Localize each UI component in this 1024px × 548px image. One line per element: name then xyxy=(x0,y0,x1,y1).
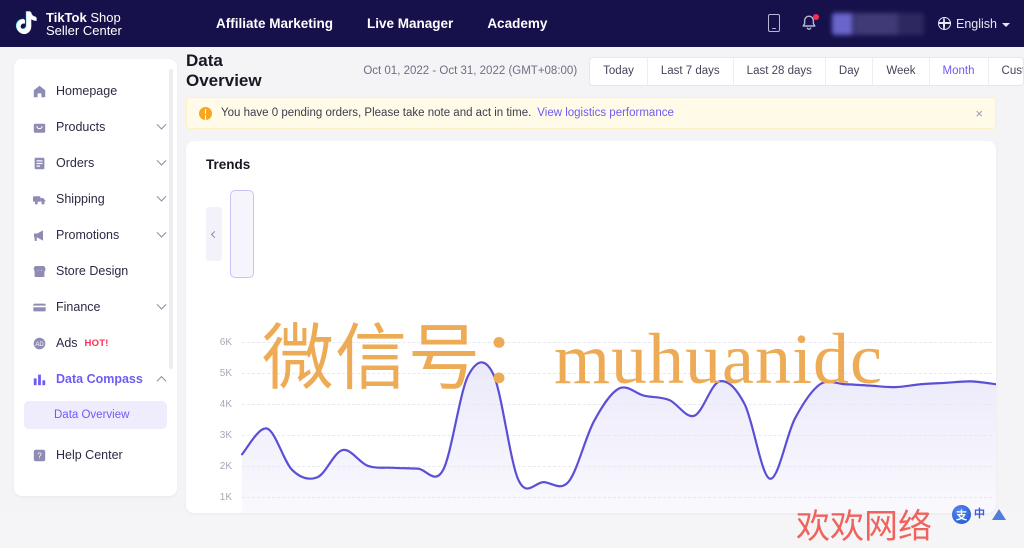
bar-chart-icon xyxy=(32,372,47,387)
y-tick-label: 1K xyxy=(219,492,232,503)
y-tick-label: 4K xyxy=(219,399,232,410)
page-title: Data Overview xyxy=(186,51,262,90)
sidebar-item-data-compass[interactable]: Data Compass xyxy=(14,361,177,397)
nav-item-live-manager[interactable]: Live Manager xyxy=(367,16,453,31)
svg-text:AD: AD xyxy=(35,342,44,348)
range-button-last-28-days[interactable]: Last 28 days xyxy=(734,57,826,85)
date-range-segmented-control: Today Last 7 days Last 28 days Day Week … xyxy=(589,56,1024,86)
box-icon xyxy=(32,120,47,135)
sidebar-item-label: Orders xyxy=(56,156,95,170)
bell-icon[interactable] xyxy=(800,13,819,34)
sidebar-item-label: Store Design xyxy=(56,264,129,278)
primary-nav: Affiliate Marketing Live Manager Academy xyxy=(216,16,547,31)
page-body: Homepage Products Orders Shipping Promot… xyxy=(0,47,1024,546)
sidebar-item-finance[interactable]: Finance xyxy=(14,289,177,325)
metric-carousel xyxy=(206,189,254,279)
range-button-last-7-days[interactable]: Last 7 days xyxy=(648,57,734,85)
header-right-group: English xyxy=(768,12,1010,35)
range-button-custom[interactable]: Custom xyxy=(989,58,1023,85)
chevron-down-icon xyxy=(156,227,167,238)
sidebar-item-label: Homepage xyxy=(56,84,118,98)
chevron-down-icon xyxy=(156,119,167,130)
sidebar-item-label: Help Center xyxy=(56,448,123,462)
chart-area-fill xyxy=(242,362,996,513)
brand-logo-text: TikTok Shop Seller Center xyxy=(46,11,122,37)
sidebar-item-label: Ads xyxy=(56,336,78,350)
svg-text:?: ? xyxy=(37,451,42,460)
sidebar-item-label: Promotions xyxy=(56,228,120,242)
range-button-week[interactable]: Week xyxy=(873,57,930,85)
card-icon xyxy=(32,300,47,315)
page-header: Data Overview Oct 01, 2022 - Oct 31, 202… xyxy=(186,47,1024,95)
range-button-month[interactable]: Month xyxy=(930,57,989,85)
notification-dot xyxy=(813,13,819,20)
close-icon[interactable]: × xyxy=(975,107,983,120)
chart-y-axis: 6K 5K 4K 3K 2K 1K xyxy=(212,327,232,513)
user-account-blurred[interactable] xyxy=(832,12,924,35)
sidebar: Homepage Products Orders Shipping Promot… xyxy=(14,59,177,496)
sidebar-subitem-data-overview[interactable]: Data Overview xyxy=(24,401,167,429)
main-content: Data Overview Oct 01, 2022 - Oct 31, 202… xyxy=(186,47,1024,513)
warning-icon xyxy=(199,106,212,120)
store-icon xyxy=(32,264,47,279)
sidebar-item-label: Finance xyxy=(56,300,101,314)
sidebar-item-label: Shipping xyxy=(56,192,105,206)
view-logistics-performance-link[interactable]: View logistics performance xyxy=(537,107,674,119)
y-tick-label: 3K xyxy=(219,430,232,441)
range-button-day[interactable]: Day xyxy=(826,57,874,85)
trends-title: Trends xyxy=(206,157,251,172)
y-tick-label: 6K xyxy=(219,337,232,348)
help-icon: ? xyxy=(32,448,47,463)
ads-icon: AD xyxy=(32,336,47,351)
chevron-left-icon xyxy=(210,230,218,238)
brand-logo[interactable]: TikTok Shop Seller Center xyxy=(14,10,174,38)
chart-line-series xyxy=(240,361,996,513)
chevron-down-icon xyxy=(156,155,167,166)
sidebar-item-help-center[interactable]: ? Help Center xyxy=(14,437,177,473)
truck-icon xyxy=(32,192,47,207)
chevron-down-icon xyxy=(1002,22,1010,27)
language-selector[interactable]: English xyxy=(938,17,1010,31)
brand-subtitle: Seller Center xyxy=(46,22,122,38)
sidebar-item-shipping[interactable]: Shipping xyxy=(14,181,177,217)
chart-plot-area xyxy=(240,327,996,513)
trends-chart: 6K 5K 4K 3K 2K 1K xyxy=(186,301,996,513)
mobile-icon[interactable] xyxy=(768,13,786,34)
sidebar-item-label: Products xyxy=(56,120,106,134)
sidebar-item-promotions[interactable]: Promotions xyxy=(14,217,177,253)
carousel-prev-button[interactable] xyxy=(206,207,222,261)
trends-card: Trends 6K 5K 4K 3K 2K 1K xyxy=(186,141,996,513)
y-tick-label: 2K xyxy=(219,461,232,472)
globe-icon xyxy=(938,17,952,31)
chevron-up-icon xyxy=(156,375,167,386)
sidebar-item-store-design[interactable]: Store Design xyxy=(14,253,177,289)
ads-hot-badge: HOT! xyxy=(84,337,109,349)
sidebar-item-homepage[interactable]: Homepage xyxy=(14,73,177,109)
y-tick-label: 5K xyxy=(219,368,232,379)
date-range-label: Oct 01, 2022 - Oct 31, 2022 (GMT+08:00) xyxy=(363,65,578,77)
metric-card[interactable] xyxy=(230,190,254,278)
chevron-down-icon xyxy=(156,299,167,310)
pending-orders-alert: You have 0 pending orders, Please take n… xyxy=(186,97,996,129)
range-button-today[interactable]: Today xyxy=(590,57,648,85)
sidebar-item-products[interactable]: Products xyxy=(14,109,177,145)
list-icon xyxy=(32,156,47,171)
nav-item-academy[interactable]: Academy xyxy=(487,16,547,31)
nav-item-affiliate-marketing[interactable]: Affiliate Marketing xyxy=(216,16,333,31)
tiktok-note-icon xyxy=(14,10,40,38)
top-header: TikTok Shop Seller Center Affiliate Mark… xyxy=(0,0,1024,47)
alert-message: You have 0 pending orders, Please take n… xyxy=(221,107,532,119)
megaphone-icon xyxy=(32,228,47,243)
sidebar-item-label: Data Compass xyxy=(56,372,143,386)
language-label: English xyxy=(956,16,997,31)
sidebar-item-ads[interactable]: AD Ads HOT! xyxy=(14,325,177,361)
sidebar-subitem-label: Data Overview xyxy=(54,409,130,421)
sidebar-item-orders[interactable]: Orders xyxy=(14,145,177,181)
chevron-down-icon xyxy=(156,191,167,202)
home-icon xyxy=(32,84,47,99)
